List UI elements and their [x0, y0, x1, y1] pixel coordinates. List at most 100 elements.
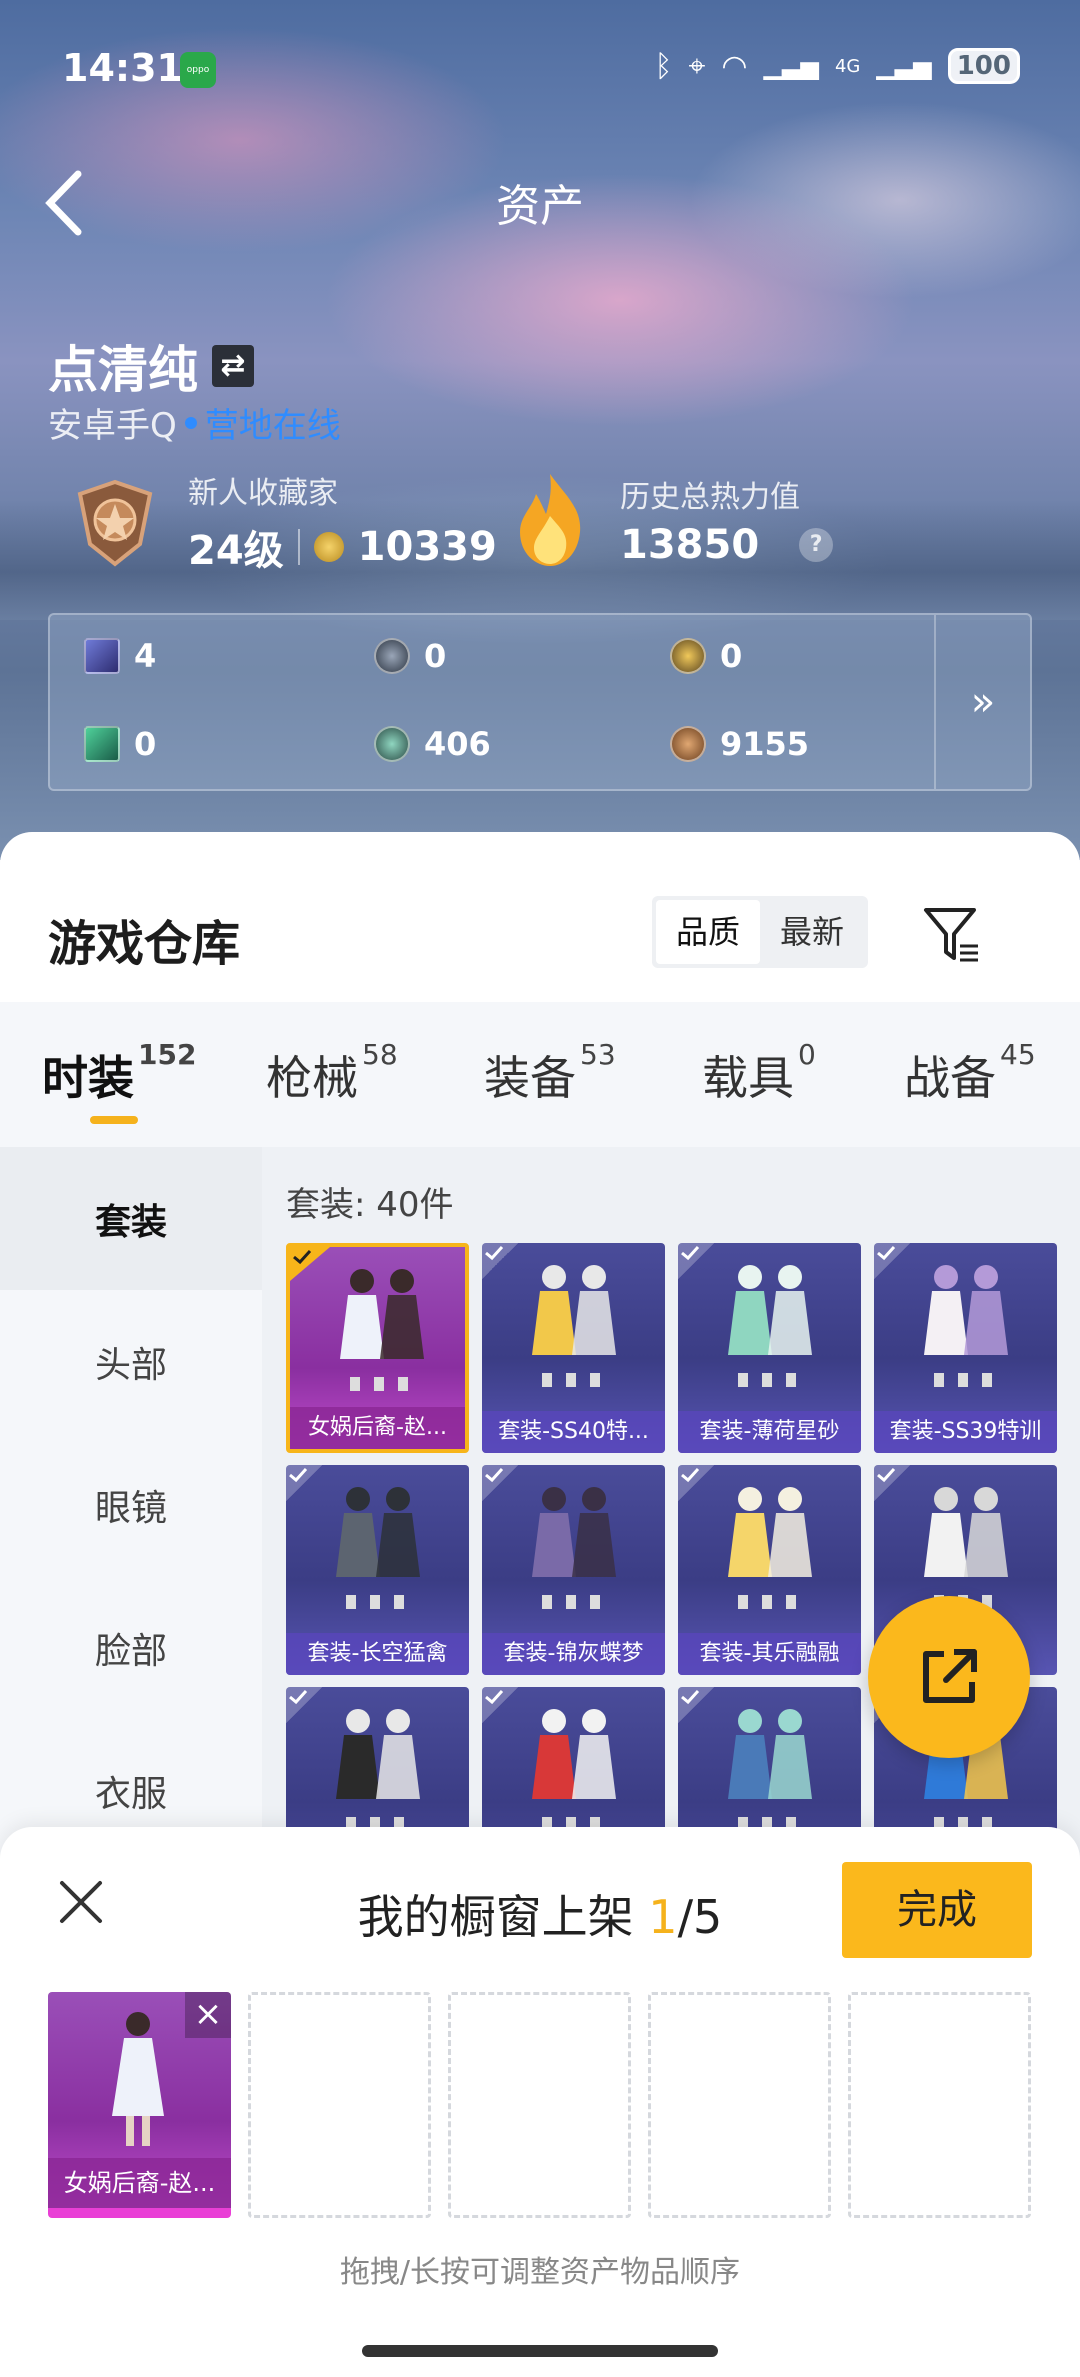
- showcase-slot-empty[interactable]: [448, 1992, 631, 2218]
- done-button[interactable]: 完成: [842, 1862, 1032, 1958]
- category-tabs: 时装 152 枪械 58 装备 53 载具 0 战备 45: [0, 1002, 1080, 1147]
- sort-quality-button[interactable]: 品质: [656, 900, 760, 964]
- tab-label: 战备: [904, 1051, 996, 1105]
- slot-label: 女娲后裔-赵...: [48, 2158, 231, 2208]
- user-name-text: 点清纯: [48, 341, 198, 399]
- tab-count: 58: [362, 1038, 398, 1071]
- switch-account-icon[interactable]: ⇄: [212, 345, 254, 387]
- collector-coin-icon: [313, 532, 344, 562]
- location-icon: ⌖: [688, 48, 706, 84]
- online-dot-icon: [184, 416, 197, 429]
- outfit-figure-icon: [340, 1269, 424, 1391]
- bronze-coin-icon: [670, 726, 706, 762]
- currency-panel[interactable]: 4 0 0 0 406 9155 »: [48, 613, 1032, 791]
- coin-value: 10339: [357, 524, 497, 570]
- currency-gold-badge: 0: [670, 637, 742, 675]
- currency-value: 0: [134, 725, 157, 763]
- home-indicator[interactable]: [362, 2345, 718, 2357]
- app-notification-icon: oppo: [180, 52, 216, 88]
- item-label: 女娲后裔-赵...: [290, 1407, 465, 1449]
- purple-card-icon: [84, 638, 120, 674]
- owned-check-icon: [482, 1243, 518, 1279]
- showcase-slot-empty[interactable]: [648, 1992, 831, 2218]
- currency-silver-coin: 0: [374, 637, 446, 675]
- tab-weapons[interactable]: 枪械 58: [266, 1038, 398, 1108]
- currency-bronze-coin: 9155: [670, 725, 809, 763]
- currency-value: 4: [134, 637, 157, 675]
- heat-value-block[interactable]: 历史总热力值 13850 ?: [510, 470, 834, 570]
- sort-latest-button[interactable]: 最新: [760, 900, 864, 964]
- collector-rank[interactable]: 新人收藏家 24级 10339: [70, 468, 497, 576]
- tab-count: 0: [798, 1038, 816, 1071]
- showcase-sheet: 我的橱窗上架 1/5 完成 × 女娲后裔-赵... 拖拽/长按可调整资产物品顺序: [0, 1827, 1080, 2377]
- status-time: 14:31: [62, 46, 183, 90]
- inventory-item[interactable]: 女娲后裔-赵...: [286, 1243, 469, 1453]
- owned-check-icon: [874, 1243, 910, 1279]
- tab-label: 载具: [702, 1051, 794, 1105]
- owned-check-icon: [678, 1243, 714, 1279]
- owned-check-icon: [286, 1465, 322, 1501]
- item-label: 套装-其乐融融: [678, 1633, 861, 1675]
- help-icon[interactable]: ?: [799, 528, 834, 562]
- tab-vehicles[interactable]: 载具 0: [702, 1038, 816, 1108]
- sidebar-item-face[interactable]: 脸部: [0, 1576, 262, 1719]
- showcase-title-text: 我的橱窗上架: [357, 1890, 649, 1944]
- tab-label: 时装: [42, 1051, 134, 1105]
- tab-gear[interactable]: 战备 45: [904, 1038, 1036, 1108]
- remove-slot-button[interactable]: ×: [185, 1992, 231, 2038]
- tab-count: 45: [1000, 1038, 1036, 1071]
- account-info: 安卓手Q 营地在线: [48, 398, 341, 447]
- owned-check-icon: [286, 1687, 322, 1723]
- inventory-item[interactable]: 套装-长空猛禽: [286, 1465, 469, 1675]
- rank-title: 新人收藏家: [188, 476, 338, 511]
- reorder-hint: 拖拽/长按可调整资产物品顺序: [339, 2255, 741, 2290]
- level-value: 24级: [188, 528, 284, 574]
- showcase-slot-empty[interactable]: [848, 1992, 1031, 2218]
- currency-purple-card: 4: [84, 637, 156, 675]
- owned-check-icon: [678, 1465, 714, 1501]
- signal-icon: ▁▃▅: [763, 52, 819, 80]
- showcase-slot-empty[interactable]: [248, 1992, 431, 2218]
- status-bar: 14:31 oppo ᛒ ⌖ ◠ ▁▃▅ 4G ▁▃▅ 100: [62, 40, 1020, 100]
- showcase-slot-filled[interactable]: × 女娲后裔-赵...: [48, 1992, 231, 2218]
- online-status: 营地在线: [204, 406, 341, 446]
- user-name: 点清纯 ⇄: [48, 330, 254, 402]
- currency-green-card: 0: [84, 725, 156, 763]
- showcase-total: /5: [677, 1890, 723, 1944]
- platform-label: 安卓手Q: [48, 406, 177, 446]
- showcase-count: 1: [648, 1890, 678, 1944]
- tab-label: 装备: [484, 1051, 576, 1105]
- inventory-item[interactable]: 套装-SS40特...: [482, 1243, 665, 1453]
- currency-value: 9155: [720, 725, 810, 763]
- heat-label: 历史总热力值: [620, 480, 800, 515]
- tab-equipment[interactable]: 装备 53: [484, 1038, 616, 1108]
- item-label: 套装-SS39特训: [874, 1411, 1057, 1453]
- outfit-figure-icon: [112, 2012, 164, 2146]
- inventory-item[interactable]: 套装-SS39特训: [874, 1243, 1057, 1453]
- green-coin-icon: [374, 726, 410, 762]
- inventory-item[interactable]: 套装-锦灰蝶梦: [482, 1465, 665, 1675]
- currency-green-coin: 406: [374, 725, 491, 763]
- sidebar-item-glasses[interactable]: 眼镜: [0, 1433, 262, 1576]
- item-label: 套装-薄荷星砂: [678, 1411, 861, 1453]
- green-card-icon: [84, 726, 120, 762]
- tab-fashion[interactable]: 时装 152: [42, 1038, 196, 1124]
- filter-icon[interactable]: [920, 902, 984, 966]
- collector-medal-icon: [77, 479, 153, 567]
- item-label: 套装-长空猛禽: [286, 1633, 469, 1675]
- heat-value: 13850: [620, 522, 760, 568]
- top-navigation: 资产: [0, 160, 1080, 240]
- signal-icon-2: ▁▃▅: [876, 52, 932, 80]
- sidebar-item-head[interactable]: 头部: [0, 1290, 262, 1433]
- inventory-item[interactable]: 套装-其乐融融: [678, 1465, 861, 1675]
- inventory-item[interactable]: 套装-薄荷星砂: [678, 1243, 861, 1453]
- currency-value: 0: [720, 637, 743, 675]
- currency-more-button[interactable]: »: [934, 615, 1030, 789]
- network-type: 4G: [834, 55, 861, 77]
- share-fab-button[interactable]: [868, 1596, 1030, 1758]
- suit-count: 套装: 40件: [286, 1185, 454, 1225]
- sidebar-item-suit[interactable]: 套装: [0, 1147, 262, 1290]
- sort-toggle[interactable]: 品质 最新: [652, 896, 868, 968]
- page-title: 资产: [496, 181, 584, 232]
- tab-label: 枪械: [266, 1051, 358, 1105]
